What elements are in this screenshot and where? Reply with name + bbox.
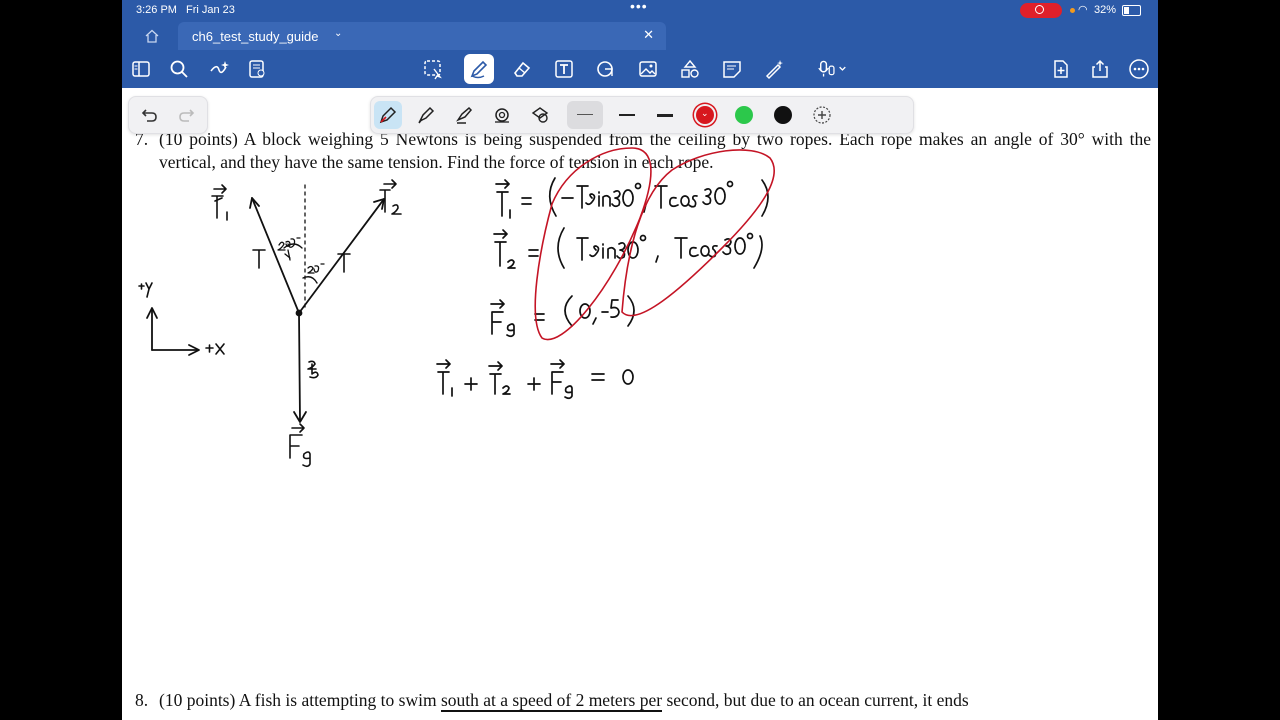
home-icon[interactable] (144, 28, 160, 44)
tab-bar: ch6_test_study_guide ⌄ ✕ (122, 22, 1158, 50)
problem-text-start: (10 points) A fish is attempting to swim (159, 690, 441, 710)
multitask-dots-icon[interactable]: ••• (630, 0, 648, 14)
mic-icon[interactable] (813, 56, 853, 82)
more-icon[interactable] (1126, 56, 1152, 82)
ball-pen-icon[interactable] (412, 101, 440, 129)
lasso-icon[interactable] (420, 56, 446, 82)
thick-stroke-option[interactable] (657, 114, 673, 117)
fountain-pen-icon[interactable] (374, 101, 402, 129)
sidebar-icon[interactable] (128, 56, 154, 82)
underlined-phrase: south at a speed of 2 meters per (440, 690, 663, 712)
image-icon[interactable] (635, 56, 661, 82)
pen-icon[interactable] (464, 54, 494, 84)
undo-redo-bar (128, 96, 208, 134)
main-toolbar (122, 50, 1158, 88)
problem-number: 8. (135, 690, 149, 710)
share-icon[interactable] (1087, 56, 1113, 82)
mic-indicator-icon (1070, 8, 1075, 13)
problem-text: (10 points) A fish is attempting to swim… (135, 689, 1151, 712)
redo-icon[interactable] (173, 101, 201, 129)
color-black-swatch[interactable] (774, 106, 792, 124)
chevron-down-icon: ⌄ (701, 108, 709, 118)
color-red-swatch[interactable]: ⌄ (696, 106, 714, 124)
add-color-icon[interactable] (808, 101, 836, 129)
diagram-labels (138, 179, 402, 468)
red-annotation (534, 147, 775, 341)
battery-percent: 32% (1094, 4, 1117, 16)
close-tab-icon[interactable]: ✕ (643, 27, 654, 43)
magic-icon[interactable] (206, 56, 232, 82)
app-screen: 3:26 PM Fri Jan 23 ••• ◠ 32% ch6_test_st… (122, 0, 1158, 720)
search-icon[interactable] (166, 56, 192, 82)
shapes-icon[interactable] (593, 56, 619, 82)
tab-title: ch6_test_study_guide (192, 29, 319, 44)
color-green-swatch[interactable] (735, 106, 753, 124)
status-bar: 3:26 PM Fri Jan 23 ••• ◠ 32% (122, 0, 1158, 22)
medium-stroke-option[interactable] (619, 114, 635, 116)
free-body-diagram (146, 184, 385, 423)
wifi-icon: ◠ (1078, 4, 1088, 16)
brush-pen-icon[interactable] (450, 101, 478, 129)
pen-toolbar: ⌄ (370, 96, 914, 134)
pencil-shape-icon[interactable] (526, 101, 554, 129)
battery-icon (1122, 5, 1141, 16)
highlighter-icon[interactable] (488, 101, 516, 129)
elements-icon[interactable] (677, 56, 703, 82)
screen-record-icon[interactable] (1020, 3, 1062, 18)
eraser-icon[interactable] (509, 56, 535, 82)
handwritten-ink (138, 147, 775, 468)
document-page[interactable]: 7. (10 points) A block weighing 5 Newton… (122, 88, 1158, 720)
undo-icon[interactable] (135, 101, 163, 129)
problem-text-end: second, but due to an ocean current, it … (662, 690, 969, 710)
text-icon[interactable] (551, 56, 577, 82)
add-page-icon[interactable] (1048, 56, 1074, 82)
status-time: 3:26 PM (136, 4, 177, 16)
sticky-note-icon[interactable] (719, 56, 745, 82)
thin-stroke-option[interactable] (567, 101, 603, 129)
document-tab[interactable]: ch6_test_study_guide ⌄ ✕ (178, 22, 666, 50)
page-icon[interactable] (244, 56, 270, 82)
chevron-down-icon[interactable]: ⌄ (334, 28, 342, 39)
laser-icon[interactable] (761, 56, 787, 82)
problem-8: 8. (10 points) A fish is attempting to s… (135, 689, 1151, 712)
status-date: Fri Jan 23 (186, 4, 235, 16)
